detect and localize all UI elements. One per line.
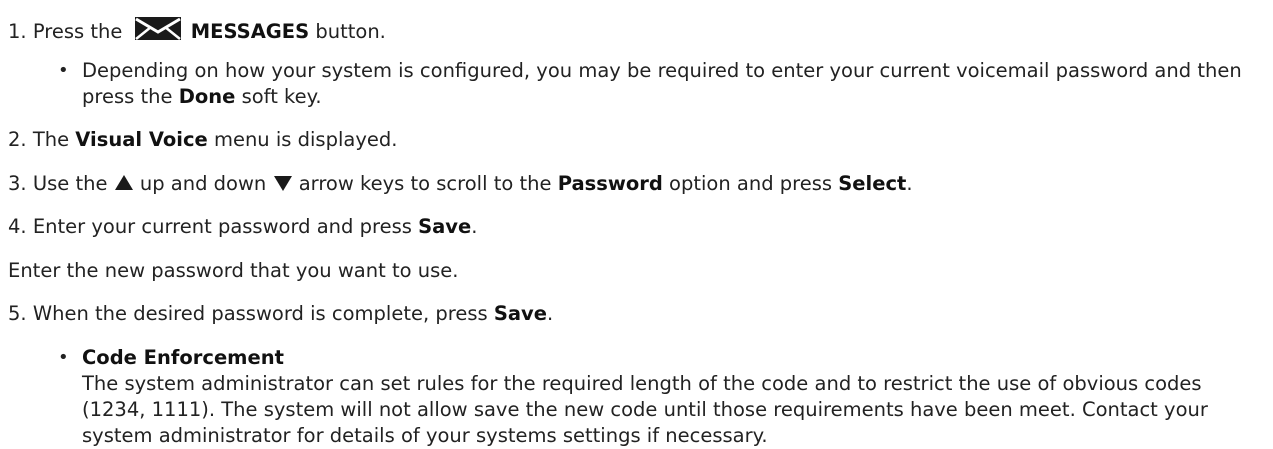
step-text: When the desired password is complete, p… (32, 302, 488, 325)
password-label: Password (557, 172, 663, 195)
step-text: menu is displayed. (213, 128, 398, 151)
code-enforcement-note: • Code Enforcement The system administra… (58, 345, 1268, 449)
code-enforcement-body: The system administrator can set rules f… (82, 372, 1208, 447)
step-text: . (906, 172, 913, 195)
bullet-text: soft key. (241, 85, 322, 108)
step-text: Press the (32, 20, 123, 43)
step-text: . (546, 302, 554, 325)
bullet-icon: • (58, 60, 69, 81)
step-text: The (32, 128, 70, 151)
envelope-icon (133, 14, 183, 42)
step-text: arrow keys to scroll to the (298, 172, 552, 195)
step-number: 1. (8, 20, 27, 43)
save-label: Save (493, 302, 547, 325)
bullet-note: • Depending on how your system is config… (58, 58, 1268, 110)
step-text: up and down (139, 172, 267, 195)
messages-label: MESSAGES (190, 20, 310, 43)
step-number: 2. (8, 128, 27, 151)
done-label: Done (178, 85, 236, 108)
step-4: 4. Enter your current password and press… (8, 214, 477, 240)
step-2: 2. The Visual Voice menu is displayed. (8, 127, 397, 153)
step-number: 4. (8, 215, 27, 238)
up-arrow-icon (114, 173, 134, 199)
select-label: Select (838, 172, 907, 195)
step-text: Enter your current password and press (32, 215, 412, 238)
step-text: option and press (669, 172, 833, 195)
step-number: 3. (8, 172, 27, 195)
code-enforcement-title: Code Enforcement (82, 346, 284, 369)
down-arrow-icon (273, 173, 293, 199)
step-3: 3. Use the up and down arrow keys to scr… (8, 171, 913, 199)
save-label: Save (418, 215, 472, 238)
step-5: 5. When the desired password is complete… (8, 301, 553, 327)
step-text: . (471, 215, 478, 238)
step-text: Use the (32, 172, 108, 195)
bullet-icon: • (58, 347, 69, 368)
step-text: button. (315, 20, 386, 43)
step-number: 5. (8, 302, 27, 325)
plain-instruction: Enter the new password that you want to … (8, 259, 459, 282)
visual-voice-label: Visual Voice (75, 128, 208, 151)
step-1: 1. Press the MESSAGES button. (8, 14, 386, 45)
